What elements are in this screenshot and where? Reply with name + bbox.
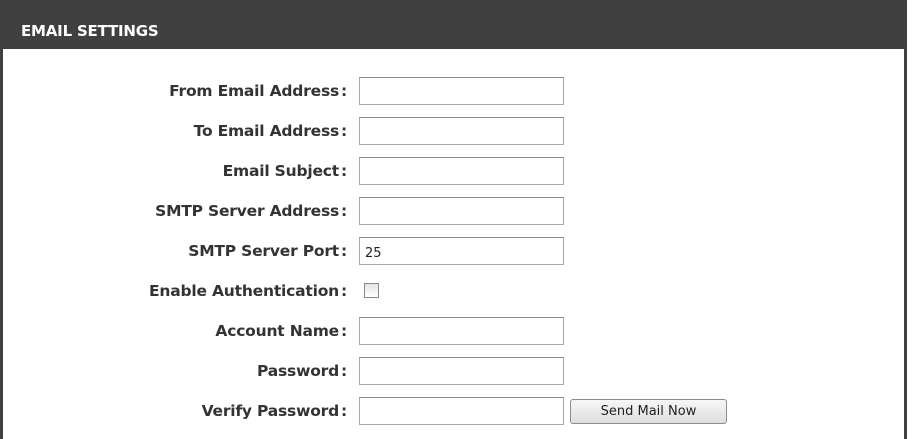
- colon-separator: :: [341, 322, 348, 340]
- password-label: Password: [257, 362, 339, 380]
- verify-password-row: Verify Password : Send Mail Now: [3, 396, 903, 426]
- colon-separator: :: [341, 82, 348, 100]
- email-subject-label: Email Subject: [222, 162, 340, 180]
- to-email-label: To Email Address: [193, 122, 340, 140]
- smtp-server-port-label: SMTP Server Port: [188, 242, 339, 260]
- email-subject-input[interactable]: [359, 157, 564, 185]
- to-email-input[interactable]: [359, 117, 564, 145]
- from-email-input[interactable]: [359, 77, 564, 105]
- account-name-row: Account Name :: [3, 316, 903, 346]
- send-mail-now-button[interactable]: Send Mail Now: [570, 399, 727, 424]
- colon-separator: :: [341, 362, 348, 380]
- email-subject-row: Email Subject :: [3, 156, 903, 186]
- smtp-server-address-input[interactable]: [359, 197, 564, 225]
- from-email-row: From Email Address :: [3, 76, 903, 106]
- colon-separator: :: [341, 282, 348, 300]
- smtp-server-address-row: SMTP Server Address :: [3, 196, 903, 226]
- colon-separator: :: [341, 122, 348, 140]
- colon-separator: :: [341, 402, 348, 420]
- from-email-label: From Email Address: [169, 82, 339, 100]
- email-settings-panel: EMAIL SETTINGS From Email Address : To E…: [0, 0, 907, 439]
- password-input[interactable]: [359, 357, 564, 385]
- colon-separator: :: [341, 202, 348, 220]
- verify-password-label: Verify Password: [201, 402, 340, 420]
- section-title: EMAIL SETTINGS: [3, 2, 904, 49]
- colon-separator: :: [341, 242, 348, 260]
- account-name-label: Account Name: [215, 322, 339, 340]
- enable-authentication-checkbox[interactable]: [364, 283, 379, 298]
- colon-separator: :: [341, 162, 348, 180]
- enable-authentication-row: Enable Authentication :: [3, 276, 903, 306]
- to-email-row: To Email Address :: [3, 116, 903, 146]
- smtp-server-port-row: SMTP Server Port :: [3, 236, 903, 266]
- smtp-server-address-label: SMTP Server Address: [155, 202, 339, 220]
- verify-password-input[interactable]: [359, 397, 564, 425]
- enable-authentication-label: Enable Authentication: [149, 282, 339, 300]
- account-name-input[interactable]: [359, 317, 564, 345]
- password-row: Password :: [3, 356, 903, 386]
- smtp-server-port-input[interactable]: [359, 237, 564, 265]
